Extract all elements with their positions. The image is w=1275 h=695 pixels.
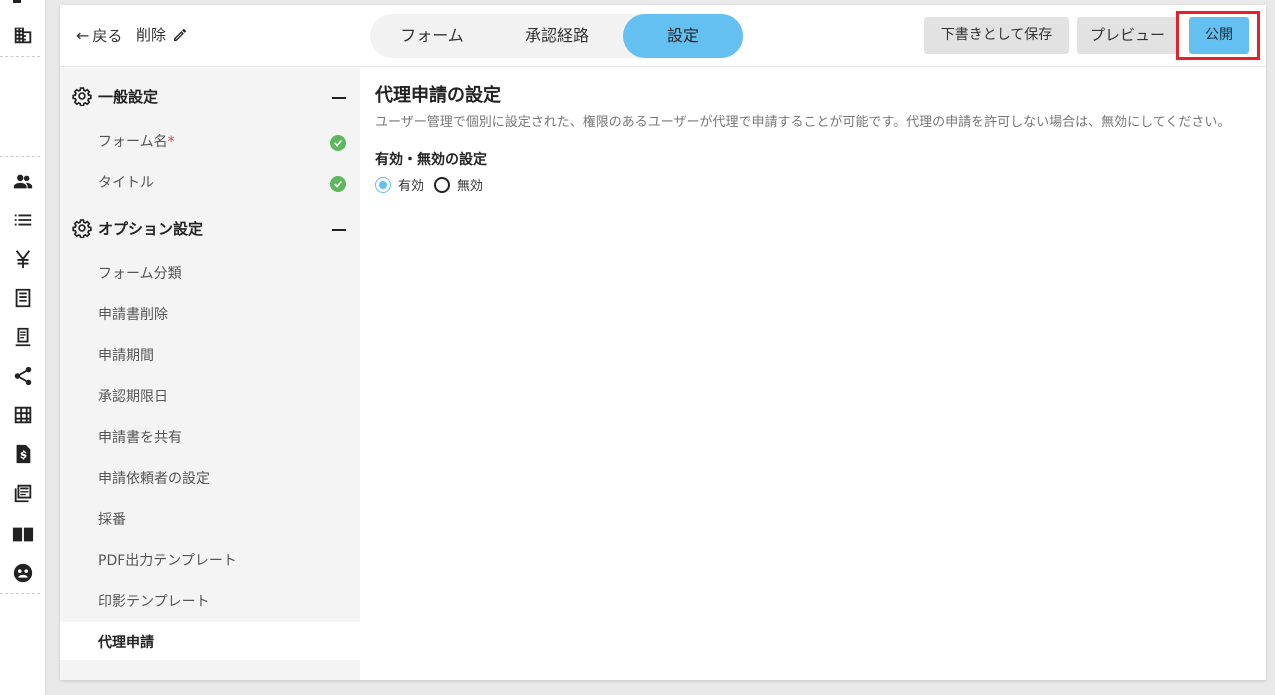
side-rail	[0, 0, 46, 695]
list-icon[interactable]	[11, 209, 35, 231]
section-options[interactable]: オプション設定	[72, 216, 203, 240]
page-title: 代理申請の設定	[375, 85, 501, 106]
editor-header: ← 戻る 削除 フォーム 承認経路 設定 下書きとして保存 プレビュー 公開	[60, 5, 1266, 67]
document-icon[interactable]	[11, 326, 35, 348]
tab-form[interactable]: フォーム	[370, 14, 494, 58]
sidebar-item-label: 代理申請	[98, 635, 154, 651]
back-button[interactable]: ← 戻る	[76, 25, 122, 46]
sidebar-item-label: タイトル	[98, 175, 154, 191]
sidebar-item-approval-deadline[interactable]: 承認期限日	[98, 386, 168, 406]
gear-icon	[72, 219, 92, 238]
sidebar-item-seal-template[interactable]: 印影テンプレート	[98, 591, 210, 611]
sidebar-item-form-name[interactable]: フォーム名*	[98, 131, 175, 151]
radio-unchecked-icon	[434, 176, 451, 193]
share-icon[interactable]	[11, 365, 35, 387]
sidebar-item-delete-application[interactable]: 申請書削除	[98, 304, 168, 324]
receipt-icon[interactable]	[11, 287, 35, 309]
tab-settings[interactable]: 設定	[623, 14, 743, 58]
sidebar-item-form-category[interactable]: フォーム分類	[98, 263, 182, 283]
tab-approval-route[interactable]: 承認経路	[494, 14, 620, 58]
book-icon[interactable]	[11, 523, 35, 545]
building-icon[interactable]	[11, 24, 35, 46]
pencil-icon	[174, 28, 187, 41]
support-icon[interactable]	[11, 562, 35, 584]
delete-button[interactable]: 削除	[136, 24, 188, 45]
radio-disabled[interactable]: 無効	[434, 175, 483, 194]
users-icon[interactable]	[11, 171, 35, 193]
enable-setting-label: 有効・無効の設定	[375, 152, 487, 168]
sidebar-item-label: フォーム名	[98, 134, 168, 150]
section-general-title: 一般設定	[98, 87, 159, 106]
preview-button[interactable]: プレビュー	[1077, 17, 1178, 54]
grid-icon[interactable]	[11, 404, 35, 426]
collapse-options-icon[interactable]	[332, 229, 346, 231]
settings-content: 代理申請の設定 ユーザー管理で個別に設定された、権限のあるユーザーが代理で申請す…	[375, 81, 1255, 194]
check-circle-icon	[330, 135, 346, 151]
save-draft-button[interactable]: 下書きとして保存	[924, 17, 1069, 54]
radio-enabled-label: 有効	[398, 179, 425, 194]
sidebar-item-proxy-application[interactable]: 代理申請	[60, 622, 360, 660]
delete-label: 削除	[136, 26, 167, 44]
radio-checked-icon	[375, 176, 391, 193]
editor-tabs: フォーム 承認経路 設定	[370, 14, 744, 58]
page-description: ユーザー管理で個別に設定された、権限のあるユーザーが代理で申請することが可能です…	[375, 115, 1231, 130]
sidebar-item-title[interactable]: タイトル	[98, 172, 154, 192]
invoice-icon[interactable]	[11, 443, 35, 465]
newspaper-icon[interactable]	[11, 482, 35, 504]
enable-radio-group: 有効 無効	[375, 175, 1255, 194]
sidebar-item-application-period[interactable]: 申請期間	[98, 345, 154, 365]
sidebar-item-share-application[interactable]: 申請書を共有	[98, 427, 182, 447]
settings-sidebar: 一般設定 フォーム名* タイトル オプション設定 フォーム分類 申請書削除 申請…	[60, 68, 360, 680]
arrow-left-icon: ←	[76, 26, 90, 45]
form-editor-panel: ← 戻る 削除 フォーム 承認経路 設定 下書きとして保存 プレビュー 公開 一…	[60, 5, 1266, 680]
sidebar-item-pdf-template[interactable]: PDF出力テンプレート	[98, 550, 237, 570]
menu-icon[interactable]	[13, 0, 21, 3]
yen-icon[interactable]	[11, 248, 35, 270]
radio-enabled[interactable]: 有効	[375, 175, 424, 194]
section-options-title: オプション設定	[98, 219, 204, 238]
gear-icon	[72, 87, 92, 106]
radio-disabled-label: 無効	[457, 179, 484, 194]
back-label: 戻る	[92, 27, 123, 45]
required-mark: *	[167, 134, 175, 150]
highlight-box	[1176, 11, 1260, 60]
sidebar-item-requester-settings[interactable]: 申請依頼者の設定	[98, 468, 210, 488]
collapse-general-icon[interactable]	[332, 97, 346, 99]
sidebar-item-numbering[interactable]: 採番	[98, 509, 126, 529]
section-general[interactable]: 一般設定	[72, 84, 158, 108]
check-circle-icon	[330, 176, 346, 192]
